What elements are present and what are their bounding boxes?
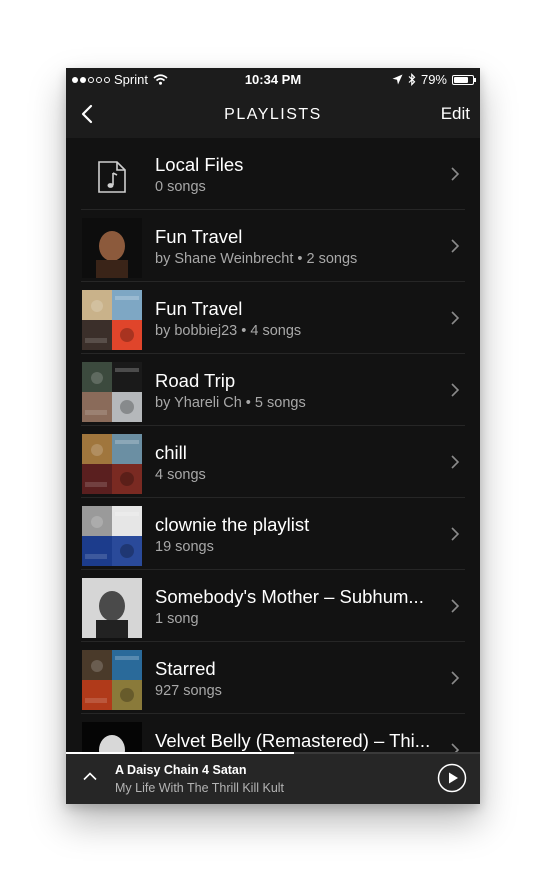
playlist-row[interactable]: Fun Travel by bobbiej23 • 4 songs (66, 282, 480, 354)
playlist-row[interactable]: Starred 927 songs (66, 642, 480, 714)
playlist-cover-mosaic (82, 506, 142, 566)
playlist-title: Starred (155, 658, 216, 679)
playlist-title: Local Files (155, 154, 244, 175)
chevron-right-icon (451, 671, 460, 685)
playlist-title: Fun Travel (155, 226, 243, 247)
playlist-cover-mosaic (82, 650, 142, 710)
wifi-icon (153, 74, 168, 85)
playlist-row[interactable]: clownie the playlist 19 songs (66, 498, 480, 570)
playlist-title: Velvet Belly (Remastered) – Thi... (155, 730, 431, 751)
battery-icon (452, 74, 476, 85)
phone-screen: Sprint 10:34 PM 79% PLAYLISTS Edit Local… (66, 68, 480, 804)
chevron-right-icon (451, 527, 460, 541)
edit-button[interactable]: Edit (441, 104, 470, 124)
chevron-up-icon[interactable] (82, 770, 98, 782)
playlist-title: Somebody's Mother – Subhum... (155, 586, 424, 607)
chevron-right-icon (451, 167, 460, 181)
status-bar: Sprint 10:34 PM 79% (66, 68, 480, 90)
now-playing-title: A Daisy Chain 4 Satan (115, 763, 247, 777)
play-circle-icon[interactable] (437, 763, 467, 793)
mini-player[interactable]: A Daisy Chain 4 Satan My Life With The T… (66, 752, 480, 804)
back-button[interactable] (76, 102, 100, 126)
playback-progress (66, 752, 480, 754)
playlist-row[interactable]: Local Files 0 songs (66, 138, 480, 210)
playback-progress-fill (66, 752, 294, 754)
playlist-subtitle: 19 songs (155, 539, 214, 555)
playlist-title: Fun Travel (155, 298, 243, 319)
playlist-subtitle: 1 song (155, 611, 199, 627)
location-arrow-icon (392, 74, 403, 85)
playlist-list: Local Files 0 songs Fun Travel by Shane Wei… (66, 138, 480, 786)
music-file-icon (82, 146, 142, 206)
now-playing-artist: My Life With The Thrill Kill Kult (115, 781, 285, 795)
signal-strength-icon (72, 76, 110, 83)
playlist-row[interactable]: Somebody's Mother – Subhum... 1 song (66, 570, 480, 642)
carrier-name: Sprint (114, 72, 148, 87)
status-left: Sprint (72, 72, 168, 87)
chevron-right-icon (451, 383, 460, 397)
playlist-row[interactable]: Fun Travel by Shane Weinbrecht • 2 songs (66, 210, 480, 282)
playlist-cover-mosaic (82, 434, 142, 494)
chevron-right-icon (451, 455, 460, 469)
playlist-cover-mosaic (82, 290, 142, 350)
playlist-title: chill (155, 442, 187, 463)
playlist-subtitle: by Yhareli Ch • 5 songs (155, 395, 306, 411)
battery-percent: 79% (420, 72, 447, 87)
playlist-subtitle: by Shane Weinbrecht • 2 songs (155, 251, 358, 267)
playlist-subtitle: by bobbiej23 • 4 songs (155, 323, 302, 339)
chevron-right-icon (451, 239, 460, 253)
playlist-title: clownie the playlist (155, 514, 310, 535)
playlist-row[interactable]: Road Trip by Yhareli Ch • 5 songs (66, 354, 480, 426)
chevron-right-icon (451, 599, 460, 613)
playlist-cover (82, 218, 142, 278)
playlist-subtitle: 4 songs (155, 467, 206, 483)
playlist-row[interactable]: chill 4 songs (66, 426, 480, 498)
status-right: 79% (392, 72, 476, 87)
playlist-cover-mosaic (82, 362, 142, 422)
playlist-subtitle: 0 songs (155, 179, 206, 195)
bluetooth-icon (408, 73, 416, 86)
chevron-right-icon (451, 311, 460, 325)
playlist-title: Road Trip (155, 370, 236, 391)
page-title: PLAYLISTS (224, 106, 322, 123)
nav-bar: PLAYLISTS Edit (66, 90, 480, 138)
playlist-cover (82, 578, 142, 638)
playlist-subtitle: 927 songs (155, 683, 222, 699)
